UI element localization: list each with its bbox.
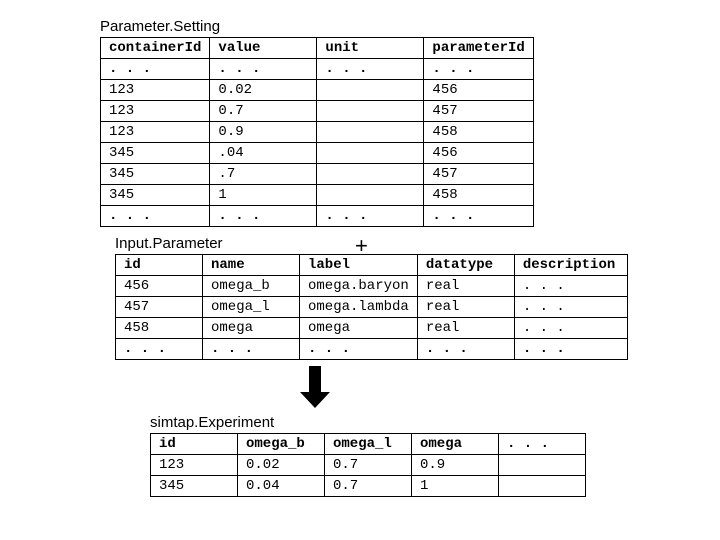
title-experiment: simtap.Experiment — [150, 414, 700, 431]
table-row: 345.04456 — [101, 143, 534, 164]
table-row: 1230.9458 — [101, 122, 534, 143]
table-header-row: id name label datatype description — [116, 255, 628, 276]
col-header: value — [210, 38, 317, 59]
arrow-down-icon — [300, 366, 330, 406]
ellipsis-row: . . . . . . . . . . . . — [101, 59, 534, 80]
table-row: 457omega_lomega.lambdareal. . . — [116, 297, 628, 318]
col-header: id — [151, 434, 238, 455]
plus-icon: + — [355, 233, 368, 259]
col-header: omega_l — [325, 434, 412, 455]
col-header: id — [116, 255, 203, 276]
table-experiment: id omega_b omega_l omega . . . 1230.020.… — [150, 433, 586, 497]
table-row: 458omegaomegareal. . . — [116, 318, 628, 339]
col-header: containerId — [101, 38, 210, 59]
table-input-parameter: id name label datatype description 456om… — [115, 254, 628, 360]
table-row: 3451458 — [101, 185, 534, 206]
table-row: 1230.7457 — [101, 101, 534, 122]
ellipsis-row: . . . . . . . . . . . . — [101, 206, 534, 227]
col-header: parameterId — [424, 38, 533, 59]
ellipsis-row: . . . . . . . . . . . . . . . — [116, 339, 628, 360]
col-header: datatype — [417, 255, 514, 276]
col-header: omega_b — [238, 434, 325, 455]
table-row: 456omega_bomega.baryonreal. . . — [116, 276, 628, 297]
table-row: 3450.040.71 — [151, 476, 586, 497]
col-header: name — [203, 255, 300, 276]
col-header: . . . — [499, 434, 586, 455]
table-header-row: id omega_b omega_l omega . . . — [151, 434, 586, 455]
table-row: 1230.02456 — [101, 80, 534, 101]
table-parameter-setting: containerId value unit parameterId . . .… — [100, 37, 534, 227]
table-row: 345.7457 — [101, 164, 534, 185]
title-input-parameter: Input.Parameter — [115, 235, 700, 252]
table-row: 1230.020.70.9 — [151, 455, 586, 476]
title-parameter-setting: Parameter.Setting — [100, 18, 700, 35]
col-header: omega — [412, 434, 499, 455]
table-header-row: containerId value unit parameterId — [101, 38, 534, 59]
col-header: description — [514, 255, 627, 276]
col-header: unit — [317, 38, 424, 59]
